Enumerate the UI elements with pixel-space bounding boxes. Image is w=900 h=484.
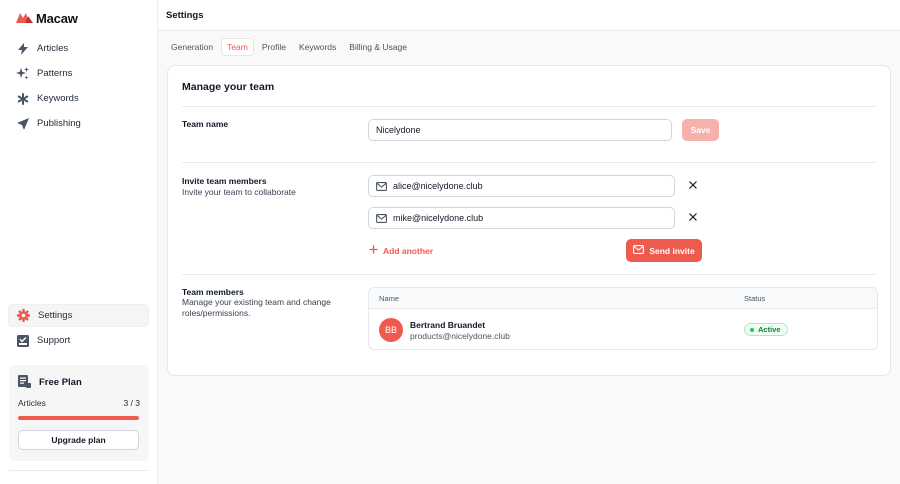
sidebar-item-publishing[interactable]: Publishing bbox=[8, 112, 149, 135]
invite-title: Invite team members bbox=[182, 176, 267, 186]
add-another-label: Add another bbox=[383, 245, 434, 256]
section-divider bbox=[182, 162, 877, 163]
plan-header: Free Plan bbox=[18, 375, 82, 390]
plan-document-icon bbox=[18, 375, 31, 390]
plan-usage-progress bbox=[18, 416, 139, 420]
support-icon bbox=[16, 334, 29, 347]
sidebar-item-label: Articles bbox=[37, 43, 69, 54]
plan-title: Free Plan bbox=[39, 377, 82, 388]
members-title: Team members bbox=[182, 287, 244, 297]
tab-keywords[interactable]: Keywords bbox=[294, 38, 341, 56]
tab-generation[interactable]: Generation bbox=[166, 38, 218, 56]
sidebar-item-label: Keywords bbox=[37, 93, 79, 104]
close-icon bbox=[689, 213, 697, 223]
members-subtitle: Manage your existing team and change rol… bbox=[182, 297, 331, 318]
gear-icon bbox=[17, 309, 30, 322]
plan-usage: Articles 3 / 3 bbox=[18, 398, 140, 408]
invite-email-input[interactable]: mike@nicelydone.club bbox=[368, 207, 675, 229]
plan-usage-progress-fill bbox=[18, 416, 139, 420]
lightning-icon bbox=[16, 42, 29, 55]
sidebar: Macaw Articles Patterns Keywords Publish… bbox=[0, 0, 158, 484]
member-name: Bertrand Bruandet bbox=[410, 320, 486, 330]
mail-icon bbox=[376, 181, 387, 191]
section-divider bbox=[182, 274, 877, 275]
members-table: Name Status BB Bertrand Bruandet product… bbox=[368, 287, 878, 350]
send-invite-label: Send invite bbox=[649, 245, 695, 256]
sidebar-bottom-nav: Settings Support bbox=[8, 304, 149, 354]
invite-subtitle: Invite your team to collaborate bbox=[182, 187, 296, 197]
invite-email-input[interactable]: alice@nicelydone.club bbox=[368, 175, 675, 197]
logo-text: Macaw bbox=[36, 10, 78, 26]
table-header: Name Status bbox=[369, 288, 877, 309]
tab-team[interactable]: Team bbox=[221, 38, 254, 56]
column-header-name: Name bbox=[379, 294, 400, 303]
plus-icon bbox=[369, 245, 378, 256]
sidebar-item-support[interactable]: Support bbox=[8, 329, 149, 352]
tab-profile[interactable]: Profile bbox=[257, 38, 291, 56]
team-settings-card: Manage your team Team name Nicelydone Sa… bbox=[167, 65, 891, 376]
team-name-input[interactable]: Nicelydone bbox=[368, 119, 672, 141]
remove-invite-button[interactable] bbox=[686, 211, 700, 225]
sidebar-nav: Articles Patterns Keywords Publishing bbox=[8, 37, 149, 137]
asterisk-icon bbox=[16, 92, 29, 105]
avatar: BB bbox=[379, 318, 403, 342]
invite-email-value: alice@nicelydone.club bbox=[393, 181, 483, 191]
remove-invite-button[interactable] bbox=[686, 179, 700, 193]
paper-plane-icon bbox=[16, 117, 29, 130]
upgrade-plan-button[interactable]: Upgrade plan bbox=[18, 430, 139, 450]
sidebar-item-label: Publishing bbox=[37, 118, 81, 129]
sidebar-item-patterns[interactable]: Patterns bbox=[8, 62, 149, 85]
status-dot-icon bbox=[750, 327, 754, 332]
member-email: products@nicelydone.club bbox=[410, 331, 510, 341]
macaw-logo-icon bbox=[16, 12, 33, 25]
close-icon bbox=[689, 181, 697, 191]
mail-icon bbox=[633, 245, 645, 256]
main-content: Generation Team Profile Keywords Billing… bbox=[158, 31, 900, 484]
save-button[interactable]: Save bbox=[682, 119, 719, 141]
invite-email-value: mike@nicelydone.club bbox=[393, 213, 484, 223]
sidebar-divider bbox=[9, 470, 149, 471]
plan-usage-value: 3 / 3 bbox=[123, 398, 140, 408]
logo[interactable]: Macaw bbox=[16, 10, 78, 26]
sidebar-item-settings[interactable]: Settings bbox=[8, 304, 149, 327]
page-title: Settings bbox=[166, 10, 204, 21]
team-name-label: Team name bbox=[182, 119, 229, 129]
plan-usage-label: Articles bbox=[18, 398, 46, 408]
table-row[interactable]: BB Bertrand Bruandet products@nicelydone… bbox=[369, 309, 877, 349]
sidebar-item-label: Settings bbox=[38, 310, 73, 321]
status-label: Active bbox=[758, 325, 781, 334]
send-invite-button[interactable]: Send invite bbox=[626, 239, 702, 262]
team-name-value: Nicelydone bbox=[376, 125, 421, 135]
topbar: Settings bbox=[158, 0, 900, 31]
add-another-button[interactable]: Add another bbox=[369, 245, 433, 256]
sparkles-icon bbox=[16, 67, 29, 80]
mail-icon bbox=[376, 213, 387, 223]
settings-tabs: Generation Team Profile Keywords Billing… bbox=[166, 38, 415, 56]
plan-card: Free Plan Articles 3 / 3 Upgrade plan bbox=[9, 365, 149, 461]
section-divider bbox=[182, 106, 877, 107]
sidebar-item-articles[interactable]: Articles bbox=[8, 37, 149, 60]
sidebar-item-label: Patterns bbox=[37, 68, 73, 79]
sidebar-item-keywords[interactable]: Keywords bbox=[8, 87, 149, 110]
tab-billing-usage[interactable]: Billing & Usage bbox=[344, 38, 412, 56]
column-header-status: Status bbox=[744, 294, 766, 303]
card-title: Manage your team bbox=[182, 81, 275, 93]
sidebar-item-label: Support bbox=[37, 335, 71, 346]
status-badge: Active bbox=[744, 323, 788, 336]
